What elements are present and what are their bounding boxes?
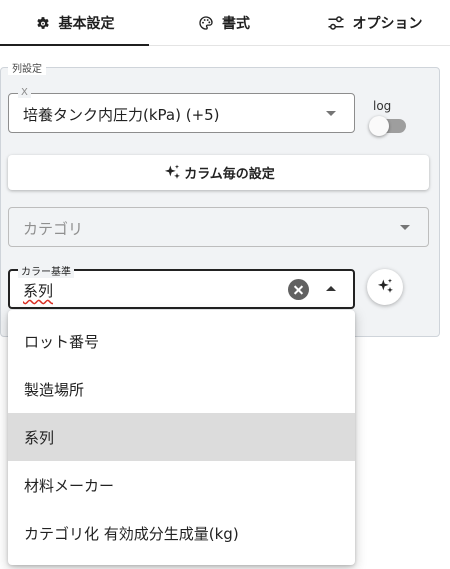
active-tab-indicator — [0, 44, 149, 46]
tab-format[interactable]: 書式 — [149, 0, 299, 46]
sliders-icon — [327, 15, 345, 31]
chevron-down-icon — [400, 225, 410, 230]
option-series[interactable]: 系列 — [8, 413, 355, 461]
option-categorized-yield[interactable]: カテゴリ化 有効成分生成量(kg) — [8, 509, 355, 557]
toggle-thumb — [369, 116, 389, 136]
tab-label: 書式 — [222, 16, 250, 32]
color-field-label: カラー基準 — [18, 263, 74, 278]
column-settings-button[interactable]: カラム毎の設定 — [8, 155, 429, 190]
option-material-maker[interactable]: 材料メーカー — [8, 461, 355, 509]
x-field-value: 培養タンク内圧力(kPa) (+5) — [23, 106, 220, 124]
x-field-label: X — [18, 87, 31, 98]
chevron-down-icon — [326, 111, 336, 116]
tab-options[interactable]: オプション — [299, 0, 450, 46]
auto-color-button[interactable] — [367, 269, 403, 305]
chevron-up-icon[interactable] — [326, 286, 336, 291]
tab-basic-settings[interactable]: 基本設定 — [0, 0, 149, 46]
tab-label: オプション — [352, 16, 423, 32]
log-label: log — [373, 99, 392, 113]
category-select[interactable]: カテゴリ — [8, 207, 429, 247]
sparkle-icon — [375, 277, 395, 297]
tab-label: 基本設定 — [58, 16, 115, 32]
sparkle-icon — [162, 163, 182, 183]
option-manufacturing-site[interactable]: 製造場所 — [8, 365, 355, 413]
palette-icon — [198, 15, 214, 31]
x-axis-select[interactable]: X 培養タンク内圧力(kPa) (+5) — [8, 87, 355, 133]
log-toggle[interactable] — [369, 116, 407, 136]
color-field-value[interactable]: 系列 — [23, 280, 53, 301]
panel-legend: 列設定 — [8, 60, 46, 75]
tab-bar: 基本設定 書式 オプション — [0, 0, 450, 46]
gear-icon — [35, 15, 51, 31]
column-settings-label: カラム毎の設定 — [184, 167, 275, 182]
color-basis-options: ロット番号 製造場所 系列 材料メーカー カテゴリ化 有効成分生成量(kg) — [8, 310, 355, 565]
category-placeholder: カテゴリ — [23, 220, 84, 238]
clear-icon[interactable] — [288, 279, 309, 300]
option-lot-number[interactable]: ロット番号 — [8, 317, 355, 365]
